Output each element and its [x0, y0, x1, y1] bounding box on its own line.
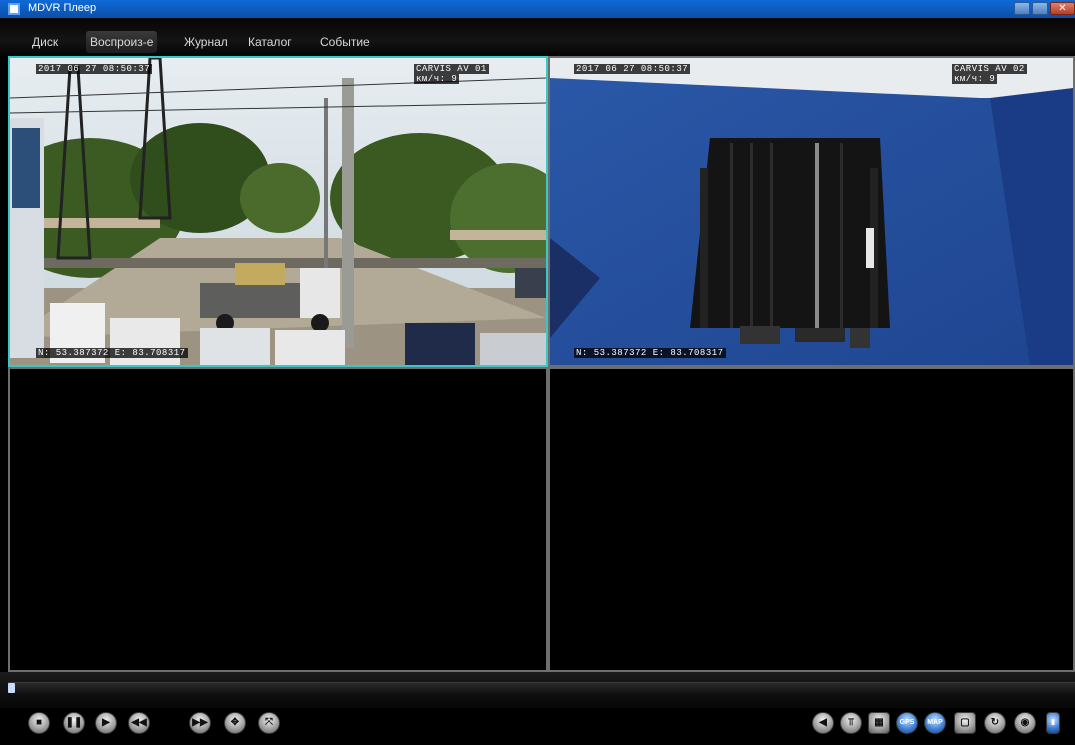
- play-button[interactable]: ▶: [95, 712, 117, 734]
- playback-slider-track[interactable]: [8, 682, 1075, 694]
- fast-forward-button[interactable]: ▶▶: [189, 712, 211, 734]
- volume-button[interactable]: ◀: [812, 712, 834, 734]
- fullscreen-button[interactable]: ⤧: [258, 712, 280, 734]
- timestamp-overlay: 2017 06 27 08:50:37: [574, 64, 691, 74]
- video-channel-1[interactable]: 2017 06 27 08:50:37 CARVIS AV 01 км/ч: 9…: [8, 56, 548, 367]
- video-channel-3[interactable]: [8, 367, 548, 672]
- street-scene-image: [10, 58, 546, 365]
- menu-item-event[interactable]: Событие: [316, 31, 374, 53]
- camera-label-overlay: CARVIS AV 02: [952, 64, 1027, 74]
- speed-overlay: км/ч: 9: [414, 74, 460, 84]
- app-icon: [8, 3, 20, 15]
- snapshot-button[interactable]: ◉: [1014, 712, 1036, 734]
- clip-button[interactable]: ▮: [1046, 712, 1060, 734]
- layout-button[interactable]: ▦: [868, 712, 890, 734]
- device-scene-image: [550, 58, 1073, 365]
- menu-item-log[interactable]: Журнал: [180, 31, 232, 53]
- playback-slider-thumb[interactable]: [8, 683, 15, 693]
- menu-item-disk[interactable]: Диск: [28, 31, 62, 53]
- menu-item-playback[interactable]: Воспроиз-е: [86, 31, 158, 53]
- timestamp-overlay: 2017 06 27 08:50:37: [36, 64, 153, 74]
- close-button[interactable]: ✕: [1050, 2, 1075, 15]
- title-bar: MDVR Плеер ✕: [0, 0, 1075, 18]
- playback-controls: ■ ❚❚ ▶ ◀◀ ▶▶ ✥ ⤧ ◀ ⫪ ▦ GPS MAP ▢ ↻ ◉ ▮: [0, 708, 1075, 745]
- rewind-button[interactable]: ◀◀: [128, 712, 150, 734]
- timeline-bar: [0, 672, 1075, 708]
- map-button[interactable]: MAP: [924, 712, 946, 734]
- window-title: MDVR Плеер: [28, 2, 97, 14]
- refresh-button[interactable]: ↻: [984, 712, 1006, 734]
- window-button[interactable]: ▢: [954, 712, 976, 734]
- step-button[interactable]: ✥: [224, 712, 246, 734]
- gps-overlay: N: 53.387372 E: 83.708317: [574, 348, 726, 358]
- video-grid: 2017 06 27 08:50:37 CARVIS AV 01 км/ч: 9…: [8, 56, 1075, 672]
- stop-button[interactable]: ■: [28, 712, 50, 734]
- gps-button[interactable]: GPS: [896, 712, 918, 734]
- pin-button[interactable]: ⫪: [840, 712, 862, 734]
- maximize-button[interactable]: [1032, 2, 1048, 15]
- gps-overlay: N: 53.387372 E: 83.708317: [36, 348, 188, 358]
- minimize-button[interactable]: [1014, 2, 1030, 15]
- video-channel-2[interactable]: 2017 06 27 08:50:37 CARVIS AV 02 км/ч: 9…: [548, 56, 1075, 367]
- menu-bar: Диск Воспроиз-е Журнал Каталог Событие: [0, 18, 1075, 56]
- video-channel-4[interactable]: [548, 367, 1075, 672]
- camera-label-overlay: CARVIS AV 01: [414, 64, 489, 74]
- menu-item-catalog[interactable]: Каталог: [244, 31, 296, 53]
- pause-button[interactable]: ❚❚: [63, 712, 85, 734]
- speed-overlay: км/ч: 9: [952, 74, 998, 84]
